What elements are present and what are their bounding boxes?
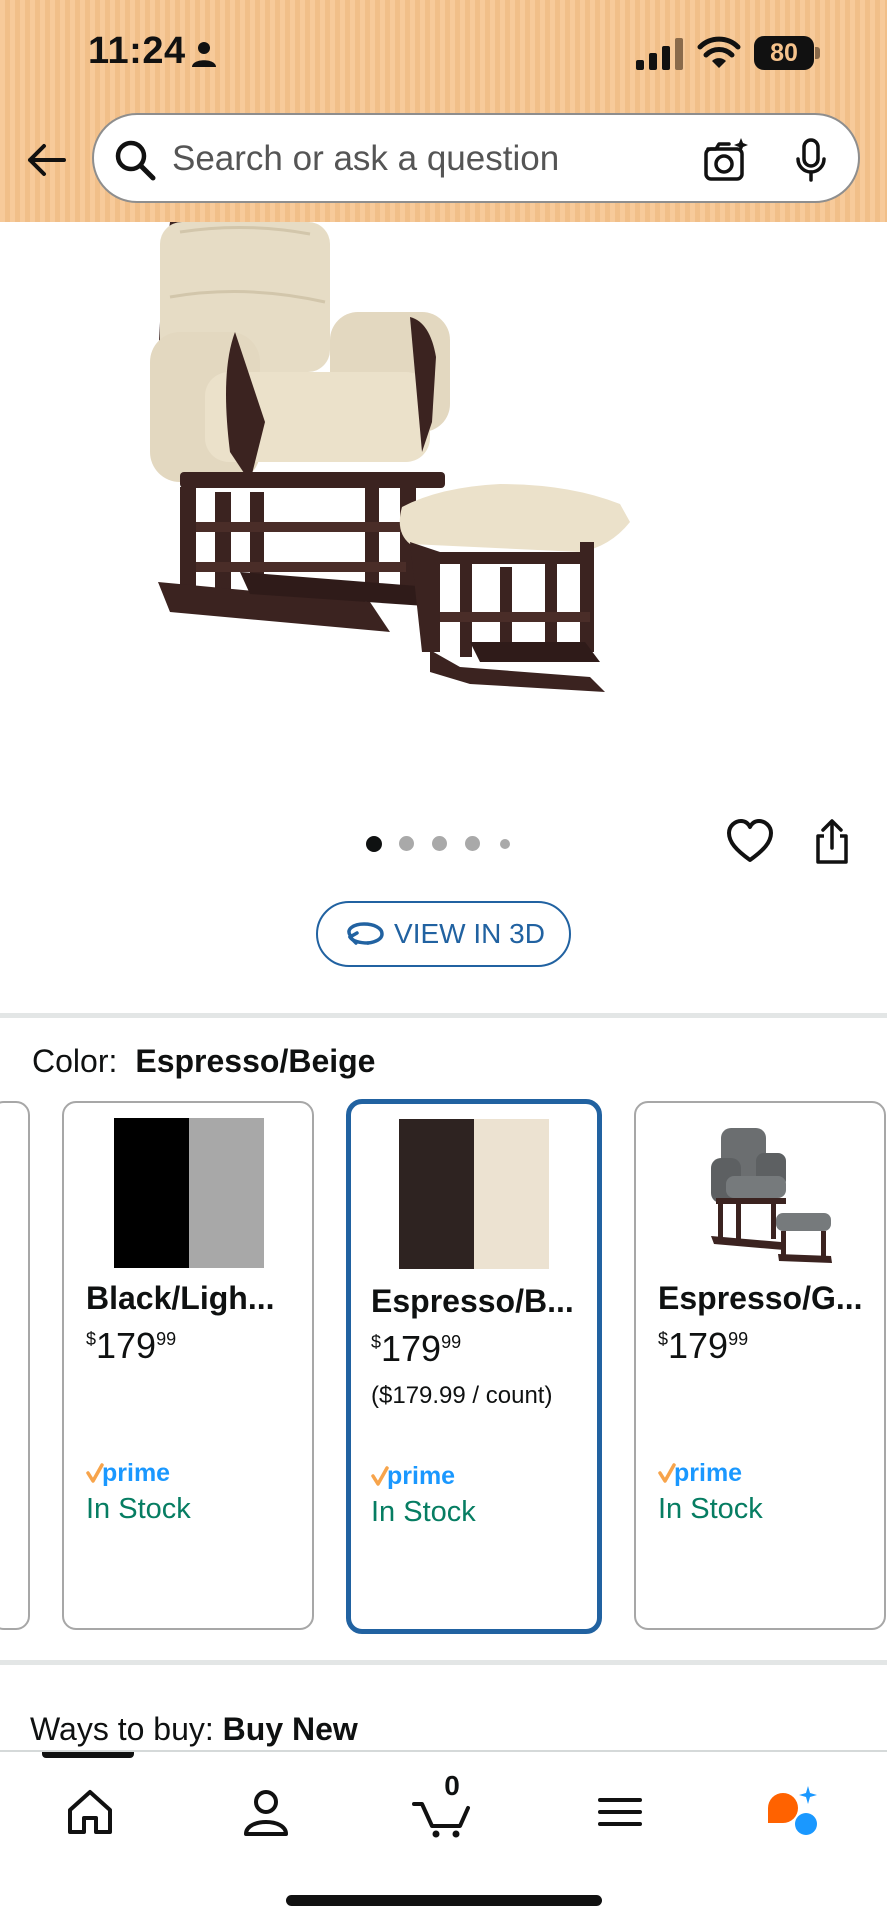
variant-name: Espresso/G... <box>658 1280 863 1316</box>
product-image-glider-with-ottoman[interactable] <box>140 222 760 762</box>
ways-to-buy-label: Ways to buy: <box>30 1711 214 1747</box>
prime-badge-icon: prime <box>371 1462 455 1490</box>
battery-level: 80 <box>754 36 814 70</box>
variant-card-partial[interactable] <box>0 1101 30 1630</box>
price-whole: 179 <box>96 1325 157 1366</box>
heart-icon[interactable] <box>726 818 774 864</box>
availability-status: In Stock <box>658 1493 763 1525</box>
ways-to-buy[interactable]: Ways to buy: Buy New <box>30 1711 358 1748</box>
active-tab-indicator <box>42 1752 134 1758</box>
status-bar: 11:24 80 <box>0 0 887 105</box>
unit-price: ($179.99 / count) <box>371 1382 553 1409</box>
cart-count-badge: 0 <box>444 1770 460 1801</box>
prime-badge-icon: prime <box>86 1459 170 1487</box>
prime-text: prime <box>674 1459 742 1487</box>
variant-card-espresso-gray[interactable]: Espresso/G... $17999 prime In Stock <box>634 1101 886 1630</box>
account-icon[interactable] <box>236 1782 296 1842</box>
section-divider <box>0 1013 887 1018</box>
swatch-color-1 <box>114 1118 189 1268</box>
carousel-dot[interactable] <box>432 836 447 851</box>
price-currency: $ <box>658 1329 669 1349</box>
variant-name: Espresso/B... <box>371 1283 574 1319</box>
section-divider <box>0 1660 887 1665</box>
price-cents: 99 <box>728 1329 749 1349</box>
variant-name: Black/Ligh... <box>86 1280 275 1316</box>
availability-status: In Stock <box>371 1496 476 1528</box>
menu-icon[interactable] <box>590 1782 650 1842</box>
prime-text: prime <box>387 1462 455 1490</box>
search-input[interactable]: Search or ask a question <box>92 113 860 203</box>
price-currency: $ <box>371 1332 382 1352</box>
price-whole: 179 <box>381 1328 442 1369</box>
swatch-color-1 <box>399 1119 474 1269</box>
color-swatch <box>114 1118 264 1268</box>
variant-price: $17999 <box>658 1325 748 1367</box>
home-icon[interactable] <box>60 1782 120 1842</box>
variant-card-espresso-beige[interactable]: Espresso/B... $17999 ($179.99 / count) p… <box>346 1099 602 1634</box>
price-cents: 99 <box>441 1332 462 1352</box>
view-in-3d-label: VIEW IN 3D <box>394 918 545 949</box>
price-whole: 179 <box>668 1325 729 1366</box>
search-icon <box>115 140 156 181</box>
selected-color-value: Espresso/Beige <box>135 1043 376 1079</box>
camera-search-icon[interactable] <box>702 137 748 183</box>
app-header: 11:24 80 Search or ask a question <box>0 0 887 222</box>
variant-price: $17999 <box>86 1325 176 1367</box>
microphone-icon[interactable] <box>794 137 828 183</box>
color-label: Color: <box>32 1043 118 1079</box>
status-time: 11:24 <box>88 30 186 72</box>
color-swatch <box>399 1119 549 1269</box>
prime-text: prime <box>102 1459 170 1487</box>
variant-thumbnail-gray-glider <box>711 1128 832 1263</box>
carousel-dot[interactable] <box>500 839 510 849</box>
view-in-3d-button[interactable]: VIEW IN 3D <box>316 901 571 967</box>
battery-tip <box>815 47 820 59</box>
color-selection-heading: Color: Espresso/Beige <box>32 1043 375 1080</box>
carousel-dot[interactable] <box>465 836 480 851</box>
price-currency: $ <box>86 1329 97 1349</box>
swatch-color-2 <box>474 1119 549 1269</box>
share-icon[interactable] <box>812 818 852 866</box>
variant-price: $17999 <box>371 1328 461 1370</box>
availability-status: In Stock <box>86 1493 191 1525</box>
prime-badge-icon: prime <box>658 1459 742 1487</box>
ways-to-buy-value: Buy New <box>222 1711 358 1747</box>
home-indicator <box>286 1895 602 1906</box>
back-arrow-icon[interactable] <box>24 138 68 182</box>
image-carousel-dots[interactable] <box>364 833 524 853</box>
rotate-3d-icon <box>347 922 384 945</box>
battery-indicator: 80 <box>754 36 820 70</box>
carousel-dot-active[interactable] <box>366 836 382 852</box>
wifi-icon <box>697 36 741 68</box>
variant-card-black-light-gray[interactable]: Black/Ligh... $17999 prime In Stock <box>62 1101 314 1630</box>
cellular-signal-icon <box>636 38 683 70</box>
carousel-dot[interactable] <box>399 836 414 851</box>
swatch-color-2 <box>189 1118 264 1268</box>
search-placeholder: Search or ask a question <box>172 139 560 178</box>
rufus-assistant-icon[interactable] <box>764 1782 824 1842</box>
price-cents: 99 <box>156 1329 177 1349</box>
person-icon <box>192 42 216 67</box>
